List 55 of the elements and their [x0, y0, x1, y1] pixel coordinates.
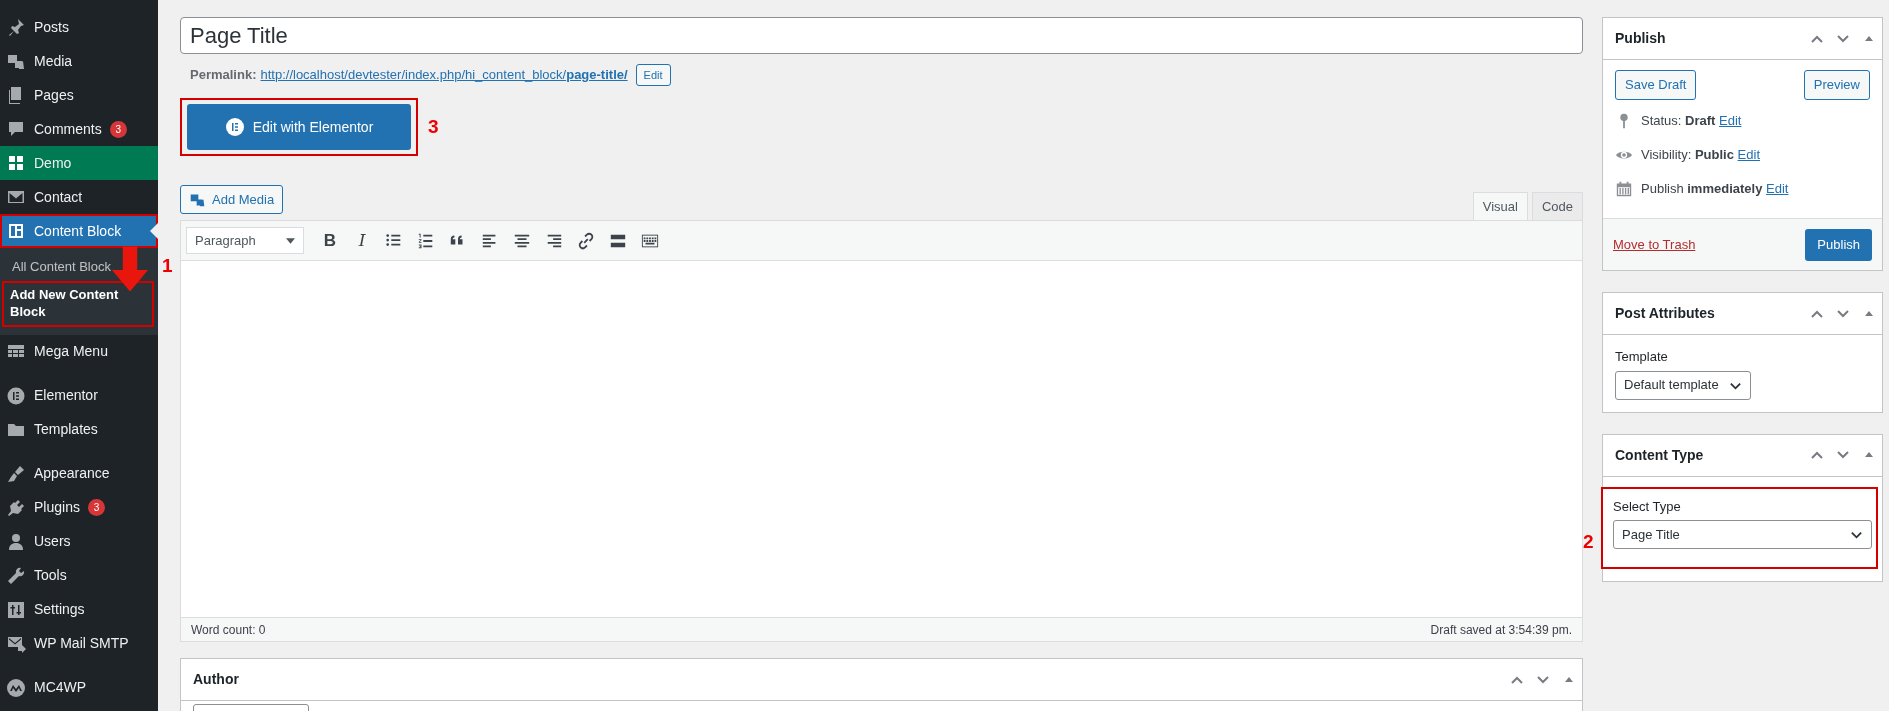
count-badge: 3: [109, 120, 127, 138]
edit-button[interactable]: Edit: [635, 63, 671, 87]
panel-title: Post Attributes: [1615, 304, 1715, 323]
submenu-item[interactable]: All Content Block: [2, 254, 154, 281]
template-select[interactable]: Default template: [1615, 370, 1751, 400]
sidebar-item[interactable]: Settings: [0, 592, 158, 627]
panel-title: Publish: [1615, 29, 1666, 48]
sidebar-item[interactable]: Users: [0, 524, 158, 559]
bold-button[interactable]: B: [316, 226, 344, 255]
permalink-link[interactable]: http://localhost/devtester/index.php/hi_content_block/page-title/: [260, 65, 628, 85]
sidebar-item[interactable]: Templates: [0, 412, 158, 447]
panel-title: Content Type: [1615, 445, 1704, 465]
sidebar-item[interactable]: Contact: [0, 180, 158, 214]
move-to-trash-link[interactable]: Move to Trash: [1613, 234, 1696, 255]
visibility-text: Visibility: Public Edit: [1641, 146, 1760, 165]
panel-title: Author: [193, 670, 239, 689]
sidebar-item[interactable]: Content Block: [0, 214, 158, 248]
sidebar-item[interactable]: Appearance: [0, 456, 158, 491]
word-count: Word count: 0: [191, 621, 266, 639]
format-select[interactable]: Paragraph: [186, 227, 304, 254]
sidebar-item[interactable]: Posts: [0, 10, 158, 44]
permalink-label: Permalink:: [190, 66, 257, 85]
sidebar-item[interactable]: Media: [0, 44, 158, 78]
type-select[interactable]: Page Title: [1613, 520, 1872, 549]
status-text: Status: Draft Edit: [1641, 112, 1742, 131]
step-number: 2: [1583, 529, 1594, 554]
sidebar-item[interactable]: MC4WP: [0, 670, 158, 705]
save-draft-button[interactable]: Save Draft: [1615, 70, 1697, 100]
step-number: 3: [428, 114, 439, 139]
schedule-text: Publish immediately Edit: [1641, 180, 1789, 199]
edit-link[interactable]: Edit: [1719, 113, 1742, 129]
sidebar-item[interactable]: Demo: [0, 146, 158, 180]
publish-button[interactable]: Publish: [1805, 228, 1872, 261]
sidebar-item[interactable]: Pages: [0, 78, 158, 112]
sidebar-item[interactable]: Comments 3: [0, 112, 158, 146]
preview-button[interactable]: Preview: [1803, 70, 1870, 100]
editor-tab[interactable]: Code: [1531, 192, 1583, 220]
submenu-item[interactable]: Add New Content Block: [2, 280, 154, 327]
draft-status: Draft saved at 3:54:39 pm.: [1430, 621, 1572, 639]
add-media-button[interactable]: Add Media: [180, 185, 284, 214]
sidebar-item[interactable]: Tools: [0, 558, 158, 593]
editor-tab[interactable]: Visual: [1472, 192, 1528, 220]
edit-link[interactable]: Edit: [1766, 181, 1789, 197]
italic-button[interactable]: I: [348, 226, 376, 255]
field-label: Select Type: [1613, 497, 1682, 516]
sidebar-item[interactable]: Mega Menu: [0, 334, 158, 369]
sidebar-item[interactable]: Elementor: [0, 378, 158, 413]
title-field[interactable]: Page Title: [180, 17, 1583, 54]
sidebar-item[interactable]: WP Mail SMTP: [0, 626, 158, 661]
edit-link[interactable]: Edit: [1737, 147, 1760, 163]
count-badge: 3: [87, 499, 105, 517]
field-label: Template: [1615, 348, 1669, 366]
sidebar-item[interactable]: Plugins 3: [0, 490, 158, 525]
elementor-button[interactable]: Edit with Elementor: [187, 104, 411, 150]
step-number: 1: [162, 254, 173, 278]
